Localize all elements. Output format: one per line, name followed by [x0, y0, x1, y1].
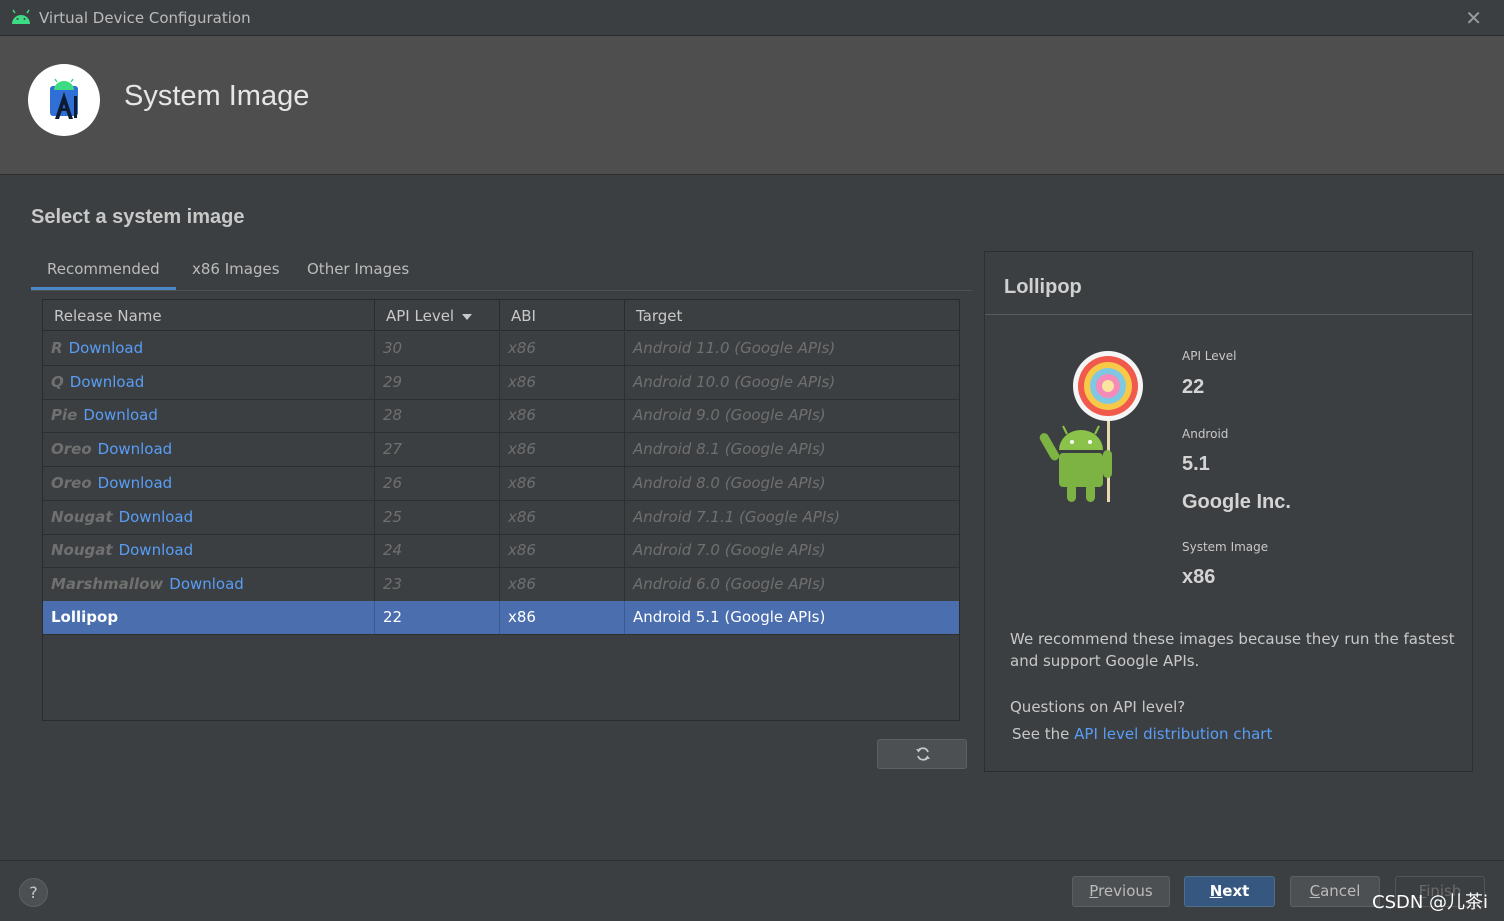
abi-cell: x86	[500, 399, 625, 432]
abi-cell: x86	[500, 433, 625, 466]
detail-title: Lollipop	[1004, 276, 1082, 298]
api-question-text: Questions on API level?	[1010, 698, 1186, 716]
abi-cell: x86	[500, 568, 625, 601]
watermark: CSDN @儿茶i	[1372, 892, 1489, 913]
api-level-cell: 25	[375, 501, 500, 534]
system-image-value: x86	[1182, 566, 1216, 588]
table-row[interactable]: Pie Download 28 x86 Android 9.0 (Google A…	[43, 399, 959, 433]
help-button[interactable]: ?	[19, 878, 48, 907]
table-row[interactable]: Q Download 29 x86 Android 10.0 (Google AP…	[43, 366, 959, 400]
table-header: Release Name API Level ABI Target	[43, 300, 959, 331]
api-level-cell: 22	[375, 601, 500, 634]
close-icon[interactable]: ✕	[1465, 8, 1482, 28]
api-level-cell: 30	[375, 332, 500, 365]
see-chart-text: See the API level distribution chart	[1012, 725, 1273, 743]
table-row[interactable]: Nougat Download 24 x86 Android 7.0 (Googl…	[43, 534, 959, 568]
release-name: Nougat	[51, 541, 113, 559]
download-link[interactable]: Download	[83, 406, 158, 424]
release-name: Nougat	[51, 508, 113, 526]
download-link[interactable]: Download	[69, 339, 144, 357]
table-row[interactable]: Nougat Download 25 x86 Android 7.1.1 (Goo…	[43, 501, 959, 535]
table-row[interactable]: Oreo Download 26 x86 Android 8.0 (Google …	[43, 467, 959, 501]
refresh-icon	[916, 747, 930, 761]
abi-cell: x86	[500, 501, 625, 534]
previous-button[interactable]: Previous	[1072, 876, 1170, 907]
target-cell: Android 5.1 (Google APIs)	[633, 608, 826, 626]
table-row[interactable]: Marshmallow Download 23 x86 Android 6.0 (…	[43, 568, 959, 602]
abi-cell: x86	[500, 601, 625, 634]
tab-other-images[interactable]: Other Images	[291, 250, 425, 290]
table-row[interactable]: Oreo Download 27 x86 Android 8.1 (Google …	[43, 433, 959, 467]
page-title: System Image	[124, 80, 310, 112]
recommendation-text: We recommend these images because they r…	[1010, 630, 1455, 670]
abi-cell: x86	[500, 467, 625, 500]
android-studio-logo	[28, 64, 100, 136]
release-name: R	[51, 339, 63, 357]
tab-x86-images[interactable]: x86 Images	[176, 250, 296, 290]
android-label: Android	[1182, 427, 1229, 441]
window-title: Virtual Device Configuration	[39, 9, 251, 27]
release-name: Q	[51, 373, 64, 391]
column-release-name[interactable]: Release Name	[43, 300, 375, 331]
target-cell: Android 9.0 (Google APIs)	[633, 406, 826, 424]
download-link[interactable]: Download	[169, 575, 244, 593]
download-link[interactable]: Download	[119, 541, 194, 559]
android-icon	[12, 9, 30, 24]
section-title: Select a system image	[31, 206, 245, 228]
api-level-distribution-link[interactable]: API level distribution chart	[1074, 725, 1272, 743]
sort-descending-icon	[462, 313, 473, 320]
wizard-footer: ? Previous Next Cancel Finish	[0, 860, 1504, 921]
abi-cell: x86	[500, 332, 625, 365]
target-cell: Android 8.0 (Google APIs)	[633, 474, 826, 492]
download-link[interactable]: Download	[70, 373, 145, 391]
download-link[interactable]: Download	[119, 508, 194, 526]
api-level-cell: 28	[375, 399, 500, 432]
api-level-cell: 23	[375, 568, 500, 601]
wizard-header: System Image	[0, 36, 1504, 175]
api-level-cell: 29	[375, 366, 500, 399]
api-level-cell: 27	[375, 433, 500, 466]
target-cell: Android 10.0 (Google APIs)	[633, 373, 836, 391]
divider	[985, 314, 1472, 315]
title-bar: Virtual Device Configuration ✕	[0, 0, 1504, 36]
column-target[interactable]: Target	[625, 300, 959, 331]
api-level-cell: 26	[375, 467, 500, 500]
download-link[interactable]: Download	[98, 440, 173, 458]
android-studio-icon	[50, 78, 78, 119]
release-name: Pie	[51, 406, 78, 424]
api-level-label: API Level	[1182, 349, 1237, 363]
android-version-value: 5.1	[1182, 453, 1210, 475]
vendor-value: Google Inc.	[1182, 491, 1291, 513]
image-tabs: Recommended x86 Images Other Images	[31, 250, 972, 291]
system-image-label: System Image	[1182, 540, 1269, 554]
release-name: Marshmallow	[51, 575, 164, 593]
download-link[interactable]: Download	[98, 474, 173, 492]
column-abi[interactable]: ABI	[500, 300, 625, 331]
target-cell: Android 11.0 (Google APIs)	[633, 339, 836, 357]
column-api-level[interactable]: API Level	[375, 300, 500, 331]
lollipop-android-icon	[1039, 351, 1143, 502]
tab-recommended[interactable]: Recommended	[31, 250, 176, 290]
api-level-cell: 24	[375, 534, 500, 567]
system-image-table: Release Name API Level ABI Target R Downl…	[42, 299, 960, 721]
target-cell: Android 6.0 (Google APIs)	[633, 575, 826, 593]
api-level-value: 22	[1182, 376, 1205, 398]
image-details-panel: Lollipop API Level 22 Android 5.1 Google…	[984, 251, 1473, 772]
release-name: Oreo	[51, 474, 92, 492]
abi-cell: x86	[500, 366, 625, 399]
cancel-button[interactable]: Cancel	[1290, 876, 1380, 907]
next-button[interactable]: Next	[1184, 876, 1275, 907]
refresh-button[interactable]	[877, 739, 967, 769]
release-name: Oreo	[51, 440, 92, 458]
target-cell: Android 8.1 (Google APIs)	[633, 440, 826, 458]
target-cell: Android 7.1.1 (Google APIs)	[633, 508, 840, 526]
table-row-selected[interactable]: Lollipop 22 x86 Android 5.1 (Google APIs…	[43, 601, 959, 635]
table-row[interactable]: R Download 30 x86 Android 11.0 (Google AP…	[43, 332, 959, 366]
target-cell: Android 7.0 (Google APIs)	[633, 541, 826, 559]
abi-cell: x86	[500, 534, 625, 567]
release-name: Lollipop	[51, 608, 119, 626]
